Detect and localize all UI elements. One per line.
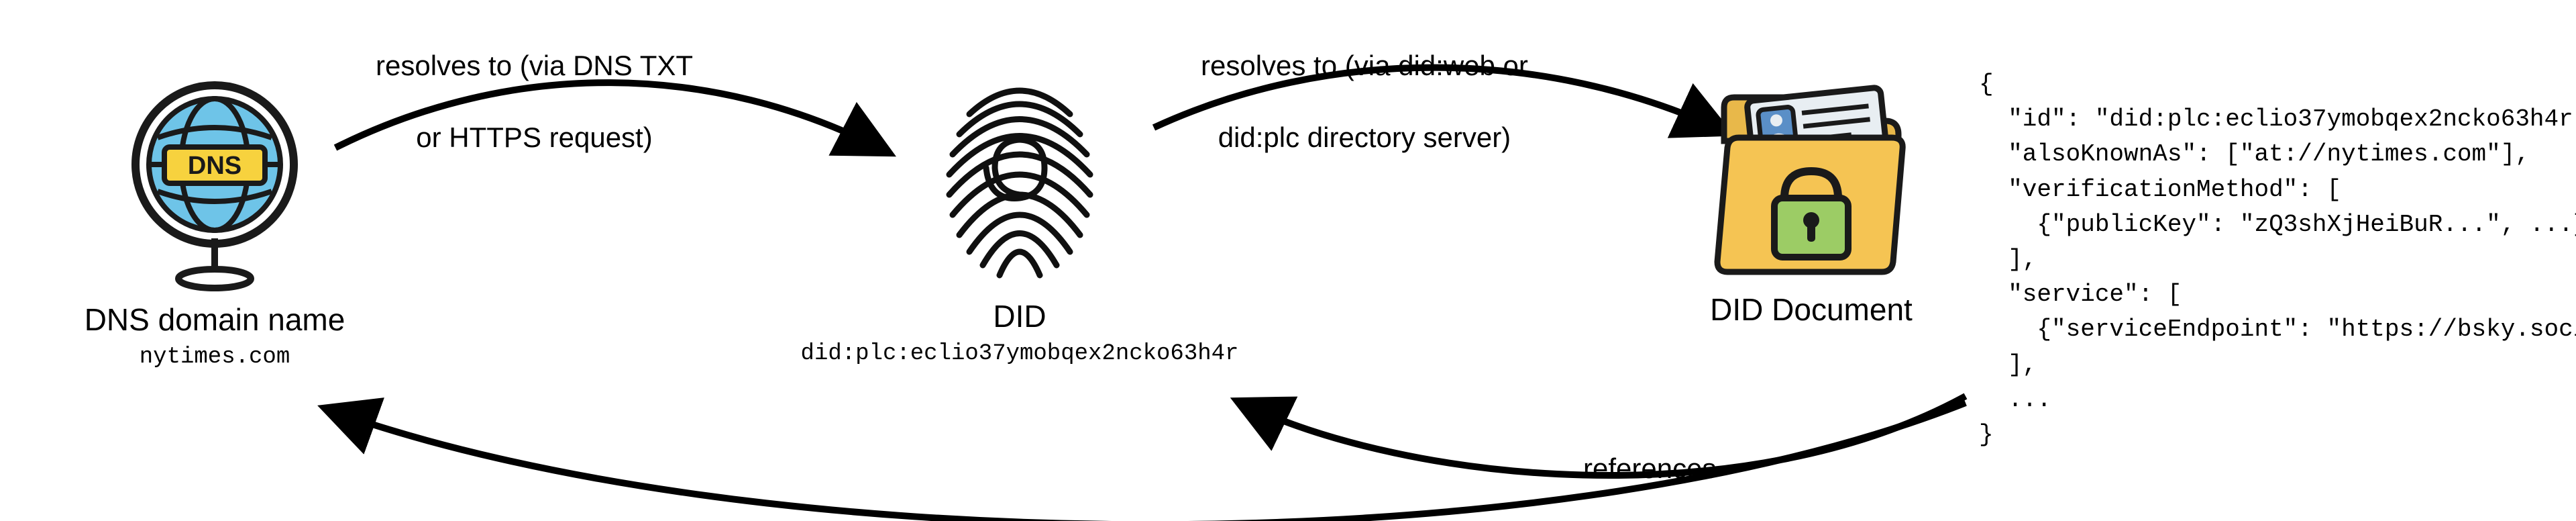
folder-lock-icon (1704, 67, 1919, 282)
node-did-title: DID (993, 298, 1046, 334)
arrow-references-to-dns (329, 403, 1966, 521)
node-dns-sub: nytimes.com (140, 344, 290, 370)
text: resolves to (via DNS TXT (376, 50, 693, 81)
node-did-sub: did:plc:eclio37ymobqex2ncko63h4r (801, 341, 1239, 367)
fingerprint-icon (922, 74, 1117, 289)
globe-dns-icon: DNS (117, 77, 312, 292)
node-doc-title: DID Document (1710, 291, 1913, 328)
text: or HTTPS request) (416, 119, 652, 157)
edge-label-dns-to-did: resolves to (via DNS TXT or HTTPS reques… (376, 47, 693, 156)
edge-label-references: references (1583, 450, 1716, 488)
node-dns: DNS DNS domain name nytimes.com (74, 77, 356, 370)
node-did-document: DID Document (1684, 67, 1939, 328)
text: references (1583, 453, 1716, 484)
node-did: DID did:plc:eclio37ymobqex2ncko63h4r (731, 74, 1308, 367)
did-document-json: { "id": "did:plc:eclio37ymobqex2ncko63h4… (1979, 67, 2576, 453)
node-dns-title: DNS domain name (85, 301, 345, 338)
svg-text:DNS: DNS (188, 152, 241, 180)
